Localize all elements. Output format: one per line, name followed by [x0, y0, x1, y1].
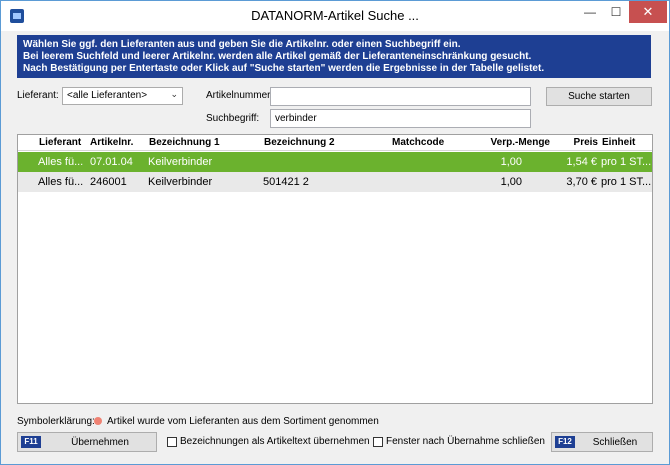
header-description-2[interactable]: Bezeichnung 2: [264, 137, 335, 148]
search-term-label: Suchbegriff:: [206, 113, 260, 124]
info-line-2: Bei leerem Suchfeld und leerer Artikelnr…: [23, 51, 532, 62]
f12-key-badge: F12: [555, 436, 575, 448]
cell-description-2: 501421 2: [263, 176, 309, 188]
article-number-label: Artikelnummer:: [206, 90, 274, 101]
results-table[interactable]: Lieferant Artikelnr. Bezeichnung 1 Bezei…: [17, 134, 653, 404]
cell-supplier: Alles fü...: [38, 176, 84, 188]
header-matchcode[interactable]: Matchcode: [392, 137, 444, 148]
cell-article-number: 07.01.04: [90, 156, 133, 168]
info-banner: Wählen Sie ggf. den Lieferanten aus und …: [17, 35, 651, 78]
close-button-label: Schließen: [592, 437, 638, 448]
cell-unit: pro 1 ST...: [601, 176, 651, 188]
datanorm-search-window: DATANORM-Artikel Suche ... — ☐ ✕ Wählen …: [0, 0, 670, 465]
close-after-apply-label[interactable]: Fenster nach Übernahme schließen: [386, 436, 545, 447]
header-price[interactable]: Preis: [538, 137, 598, 148]
header-article-number[interactable]: Artikelnr.: [90, 137, 133, 148]
cell-pack-quantity: 1,00: [500, 156, 522, 168]
table-header: Lieferant Artikelnr. Bezeichnung 1 Bezei…: [18, 135, 652, 151]
supplier-select[interactable]: <alle Lieferanten> ⌄: [62, 87, 183, 105]
info-line-3: Nach Bestätigung per Entertaste oder Kli…: [23, 63, 545, 74]
cell-price: 1,54 €: [566, 156, 597, 168]
apply-button[interactable]: F11 Übernehmen: [17, 432, 157, 452]
header-supplier[interactable]: Lieferant: [39, 137, 81, 148]
cell-description-1: Keilverbinder: [148, 156, 213, 168]
chevron-down-icon: ⌄: [170, 89, 178, 99]
table-row[interactable]: Alles fü... 246001 Keilverbinder 501421 …: [18, 172, 652, 192]
header-description-1[interactable]: Bezeichnung 1: [149, 137, 220, 148]
f11-key-badge: F11: [21, 436, 41, 448]
title-bar[interactable]: DATANORM-Artikel Suche ... — ☐ ✕: [1, 1, 669, 31]
legend-label: Symbolerklärung:: [17, 416, 95, 427]
cell-description-1: Keilverbinder: [148, 176, 213, 188]
info-line-1: Wählen Sie ggf. den Lieferanten aus und …: [23, 39, 461, 50]
supplier-label: Lieferant:: [17, 90, 59, 101]
header-pack-quantity[interactable]: Verp.-Menge: [448, 137, 550, 148]
window-title: DATANORM-Artikel Suche ...: [251, 8, 419, 23]
minimize-button[interactable]: —: [577, 1, 603, 23]
supplier-select-value: <alle Lieferanten>: [67, 90, 148, 101]
discontinued-dot-icon: [94, 417, 102, 425]
legend-description: Artikel wurde vom Lieferanten aus dem So…: [107, 416, 379, 427]
start-search-button[interactable]: Suche starten: [546, 87, 652, 106]
close-after-apply-checkbox[interactable]: [373, 437, 383, 447]
close-window-button[interactable]: ✕: [629, 1, 667, 23]
cell-unit: pro 1 ST...: [601, 156, 651, 168]
cell-price: 3,70 €: [566, 176, 597, 188]
header-unit[interactable]: Einheit: [602, 137, 635, 148]
cell-article-number: 246001: [90, 176, 127, 188]
apply-button-label: Übernehmen: [71, 437, 129, 448]
article-number-input[interactable]: [270, 87, 531, 106]
use-descriptions-checkbox[interactable]: [167, 437, 177, 447]
cell-pack-quantity: 1,00: [500, 176, 522, 188]
use-descriptions-label[interactable]: Bezeichnungen als Artikeltext übernehmen: [180, 436, 370, 447]
table-row[interactable]: Alles fü... 07.01.04 Keilverbinder 1,00 …: [18, 152, 652, 172]
close-button[interactable]: F12 Schließen: [551, 432, 653, 452]
maximize-button[interactable]: ☐: [603, 1, 629, 23]
cell-supplier: Alles fü...: [38, 156, 84, 168]
search-term-input[interactable]: verbinder: [270, 109, 531, 128]
